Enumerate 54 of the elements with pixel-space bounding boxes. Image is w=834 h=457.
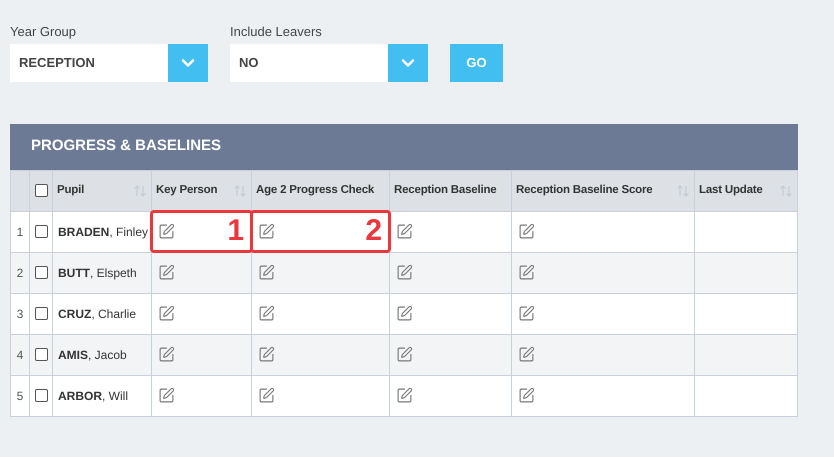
pupil-name: AMIS, Jacob <box>58 348 127 362</box>
edit-icon[interactable] <box>396 264 413 281</box>
edit-icon[interactable] <box>518 387 535 404</box>
edit-icon[interactable] <box>518 264 535 281</box>
dropdown[interactable]: NO <box>230 44 428 82</box>
column-title: Age 2 Progress Check <box>256 182 374 198</box>
column-title: Key Person <box>156 182 218 198</box>
edit-icon[interactable] <box>396 305 413 322</box>
column-title: Pupil <box>57 182 84 198</box>
dropdown-toggle[interactable] <box>168 44 208 82</box>
edit-icon[interactable] <box>518 346 535 363</box>
edit-icon[interactable] <box>396 223 413 240</box>
filter-label: Year Group <box>10 23 78 41</box>
checkbox[interactable] <box>35 266 48 279</box>
column-header[interactable]: Last Update <box>694 170 798 211</box>
column-header[interactable]: Key Person <box>152 170 252 211</box>
row-number: 2 <box>10 252 30 293</box>
checkbox[interactable] <box>35 389 48 402</box>
row-number: 1 <box>10 211 30 252</box>
edit-icon[interactable] <box>396 387 413 404</box>
checkbox[interactable] <box>35 307 48 320</box>
pupil-name: CRUZ, Charlie <box>58 306 136 321</box>
edit-icon[interactable] <box>518 223 535 240</box>
checkbox[interactable] <box>35 348 48 361</box>
column-title: Reception Baseline Score <box>516 182 652 198</box>
row-number: 4 <box>10 334 30 375</box>
dropdown-toggle[interactable] <box>388 44 428 82</box>
edit-icon[interactable] <box>158 264 175 281</box>
edit-icon[interactable] <box>258 387 275 404</box>
pupil-name: ARBOR, Will <box>58 388 128 403</box>
dropdown[interactable]: RECEPTION <box>10 44 208 82</box>
edit-icon[interactable] <box>158 387 175 404</box>
edit-icon[interactable] <box>258 223 275 240</box>
edit-icon[interactable] <box>158 305 175 322</box>
edit-icon[interactable] <box>258 305 275 322</box>
edit-icon[interactable] <box>158 223 175 240</box>
edit-icon[interactable] <box>258 264 275 281</box>
row-number: 3 <box>10 293 30 334</box>
column-header[interactable]: Reception Baseline Score <box>512 170 694 211</box>
checkbox[interactable] <box>35 184 48 197</box>
edit-icon[interactable] <box>518 305 535 322</box>
column-title: Reception Baseline <box>394 182 496 198</box>
pupil-name: BRADEN, Finley <box>58 224 148 239</box>
column-header[interactable]: Pupil <box>52 170 152 211</box>
column-title: Last Update <box>699 182 763 198</box>
pupil-name: BUTT, Elspeth <box>58 266 137 280</box>
filter-label: Include Leavers <box>230 23 323 41</box>
row-number: 5 <box>10 375 30 416</box>
edit-icon[interactable] <box>158 346 175 363</box>
edit-icon[interactable] <box>396 346 413 363</box>
edit-icon[interactable] <box>258 346 275 363</box>
checkbox[interactable] <box>35 225 48 238</box>
numbered-callout: 2 <box>250 210 391 252</box>
panel-header: PROGRESS & BASELINES <box>10 124 798 170</box>
